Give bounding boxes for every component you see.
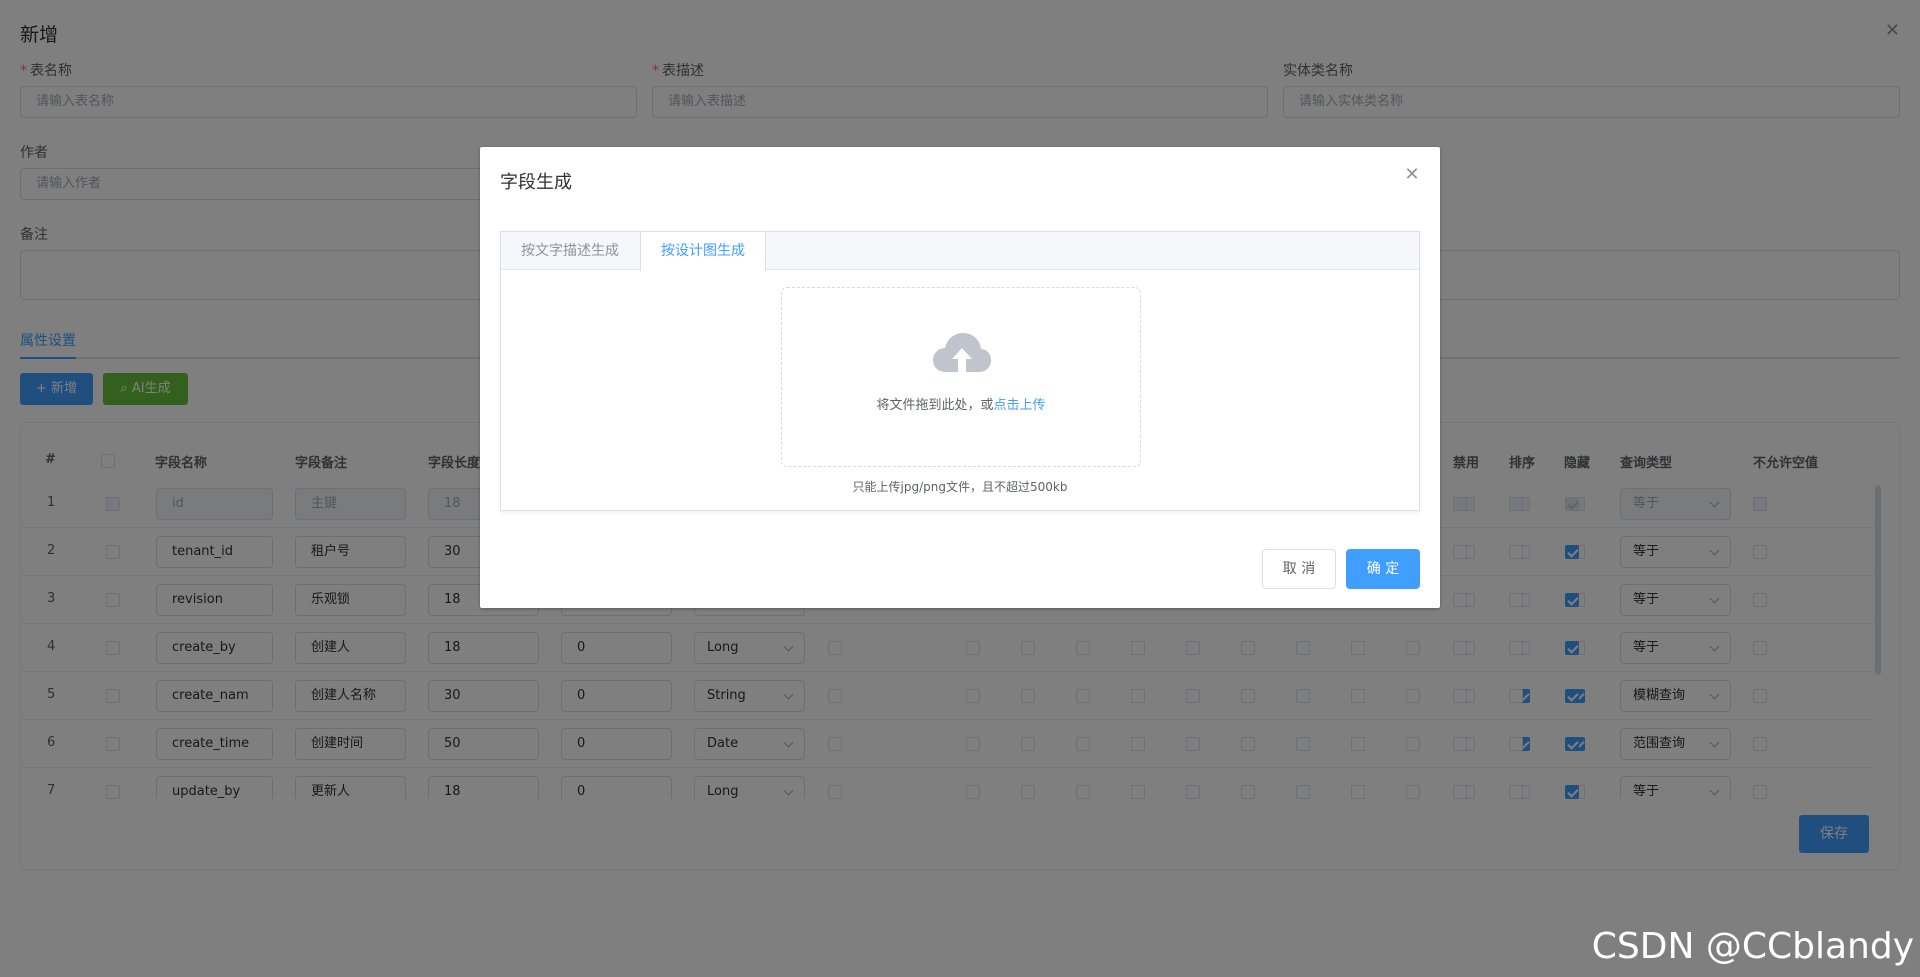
cancel-button[interactable]: 取 消 [1262,549,1336,589]
confirm-button[interactable]: 确 定 [1346,549,1420,589]
close-icon[interactable]: ✕ [1404,166,1420,184]
upload-link[interactable]: 点击上传 [994,398,1046,413]
upload-text: 将文件拖到此处，或点击上传 [876,398,1046,413]
tab-design-image[interactable]: 按设计图生成 [640,232,766,271]
watermark: CSDN @CCblandy [1591,926,1914,967]
generate-tabs: 按文字描述生成 按设计图生成 将文件拖到此处，或点击上传 只能上传jpg/png… [500,231,1420,511]
tab-text-description[interactable]: 按文字描述生成 [501,232,640,271]
field-generate-dialog: 字段生成 ✕ 按文字描述生成 按设计图生成 将文件拖到此处，或点击上传 只能上传… [480,147,1440,608]
dialog-title: 字段生成 [500,172,572,193]
upload-dropzone[interactable]: 将文件拖到此处，或点击上传 [781,287,1141,467]
upload-cloud-icon [933,333,991,372]
upload-tip: 只能上传jpg/png文件，且不超过500kb [852,480,1068,494]
